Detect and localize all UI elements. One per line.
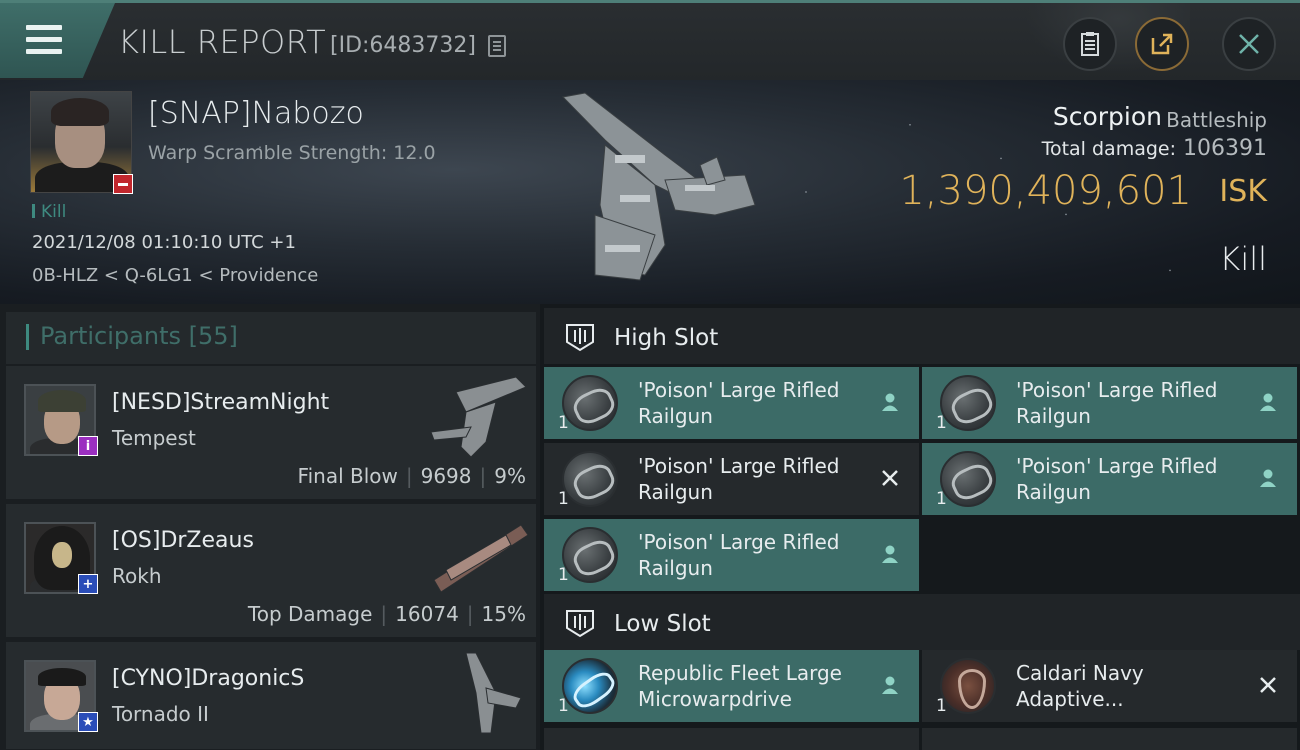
participant-ship-image: [433, 524, 529, 593]
participant-card[interactable]: i [NESD]StreamNight Tempest Final Blow | 9…: [6, 366, 536, 500]
low-slot-header: Low Slot: [544, 594, 1300, 650]
participant-ship: Rokh: [112, 564, 162, 588]
participant-percent: 9%: [494, 464, 526, 488]
participant-ship-image: [465, 652, 522, 734]
dropped-person-icon: [879, 674, 901, 696]
high-slot-title: High Slot: [614, 325, 719, 351]
victim-ship-class: Battleship: [1166, 108, 1267, 132]
participant-percent: 15%: [481, 602, 526, 626]
high-slot-header: High Slot: [544, 308, 1300, 364]
fittings-panel: High Slot 1 'Poison' Large Rifled Railgu…: [540, 304, 1300, 750]
clipboard-button[interactable]: [1063, 17, 1117, 71]
kill-location: 0B-HLZ < Q-6LG1 < Providence: [32, 265, 319, 286]
share-icon: [1151, 33, 1173, 55]
hamburger-menu-icon[interactable]: [26, 25, 62, 55]
module-quantity: 1: [558, 565, 569, 585]
module-item-partial[interactable]: [544, 728, 919, 750]
microwarpdrive-icon: [562, 658, 618, 714]
participants-panel: Participants [55] i [NESD]StreamNight Te…: [0, 304, 540, 750]
participant-name: [NESD]StreamNight: [112, 390, 330, 415]
railgun-icon: [940, 375, 996, 431]
dropped-person-icon: [879, 391, 901, 413]
low-slot-icon: [566, 610, 594, 638]
participant-stats: Top Damage | 16074 | 15%: [247, 602, 526, 626]
module-item[interactable]: 1 'Poison' Large Rifled Railgun: [544, 443, 919, 515]
total-damage-label: Total damage:: [1041, 138, 1176, 160]
dropped-person-icon: [1257, 467, 1279, 489]
module-item-partial[interactable]: [922, 728, 1297, 750]
corp-badge-icon: i: [78, 436, 98, 456]
module-quantity: 1: [936, 413, 947, 433]
corp-badge-icon: +: [78, 574, 98, 594]
module-quantity: 1: [936, 489, 947, 509]
result-label: Kill: [1219, 240, 1267, 278]
module-item[interactable]: 1 Republic Fleet Large Microwarpdrive: [544, 650, 919, 722]
participant-ship: Tornado II: [112, 702, 209, 726]
destroyed-x-icon: [879, 467, 901, 489]
module-item[interactable]: 1 Caldari Navy Adaptive...: [922, 650, 1297, 722]
module-quantity: 1: [558, 413, 569, 433]
kill-datetime: 2021/12/08 01:10:10 UTC +1: [32, 232, 296, 253]
module-name: 'Poison' Large Rifled Railgun: [638, 530, 840, 580]
module-item[interactable]: 1 'Poison' Large Rifled Railgun: [922, 443, 1297, 515]
copy-id-icon[interactable]: [488, 35, 506, 57]
module-quantity: 1: [558, 696, 569, 716]
participant-stats: Final Blow | 9698 | 9%: [297, 464, 526, 488]
participant-name: [OS]DrZeaus: [112, 528, 254, 553]
railgun-icon: [940, 451, 996, 507]
clipboard-icon: [1081, 32, 1099, 56]
railgun-icon: [562, 375, 618, 431]
kill-summary-banner: [SNAP]Nabozo Warp Scramble Strength: 12.…: [0, 80, 1300, 304]
total-damage-value: 106391: [1183, 136, 1267, 161]
dropped-person-icon: [1257, 391, 1279, 413]
isk-unit: ISK: [1219, 174, 1267, 209]
participant-damage: 16074: [395, 602, 459, 626]
armor-hardener-icon: [940, 658, 996, 714]
page-title: KILL REPORT: [118, 23, 327, 61]
module-name: 'Poison' Large Rifled Railgun: [638, 378, 840, 428]
participant-ship: Tempest: [112, 426, 196, 450]
destroyed-x-icon: [1257, 674, 1279, 696]
module-name: Republic Fleet Large Microwarpdrive: [638, 661, 842, 711]
victim-ship-name: Scorpion: [1052, 102, 1162, 131]
module-name: 'Poison' Large Rifled Railgun: [1016, 378, 1218, 428]
module-item[interactable]: 1 'Poison' Large Rifled Railgun: [544, 519, 919, 591]
participant-card[interactable]: ★ [CYNO]DragonicS Tornado II: [6, 642, 536, 750]
module-name: Caldari Navy Adaptive...: [1016, 661, 1144, 711]
participant-ship-image: [430, 376, 527, 458]
module-quantity: 1: [936, 696, 947, 716]
corp-badge-icon: ★: [78, 712, 98, 732]
low-slot-title: Low Slot: [614, 611, 711, 637]
top-bar: KILL REPORT [ID:6483732]: [0, 0, 1300, 83]
participants-header: Participants [55]: [6, 312, 536, 364]
hostile-standing-icon: [113, 174, 133, 194]
report-id: [ID:6483732]: [330, 33, 476, 58]
close-icon: [1239, 34, 1259, 54]
participant-name: [CYNO]DragonicS: [112, 666, 305, 691]
participant-role: Top Damage: [247, 602, 373, 626]
module-name: 'Poison' Large Rifled Railgun: [638, 454, 840, 504]
dropped-person-icon: [879, 543, 901, 565]
module-item[interactable]: 1 'Poison' Large Rifled Railgun: [544, 367, 919, 439]
module-item[interactable]: 1 'Poison' Large Rifled Railgun: [922, 367, 1297, 439]
railgun-icon: [562, 451, 618, 507]
menu-tab[interactable]: [0, 3, 115, 78]
share-button[interactable]: [1135, 17, 1189, 71]
isk-value: 1,390,409,601: [899, 168, 1192, 214]
module-quantity: 1: [558, 489, 569, 509]
participants-title: Participants [55]: [40, 322, 238, 350]
participant-role: Final Blow: [297, 464, 398, 488]
close-button[interactable]: [1222, 17, 1276, 71]
participant-card[interactable]: + [OS]DrZeaus Rokh Top Damage | 16074 | 15%: [6, 504, 536, 638]
kill-tag: Kill: [32, 202, 66, 222]
railgun-icon: [562, 527, 618, 583]
victim-ship-image[interactable]: [545, 85, 775, 295]
module-name: 'Poison' Large Rifled Railgun: [1016, 454, 1218, 504]
warp-scramble-strength: Warp Scramble Strength: 12.0: [148, 142, 436, 164]
high-slot-icon: [566, 324, 594, 352]
victim-name[interactable]: [SNAP]Nabozo: [148, 96, 364, 131]
participant-damage: 9698: [420, 464, 472, 488]
